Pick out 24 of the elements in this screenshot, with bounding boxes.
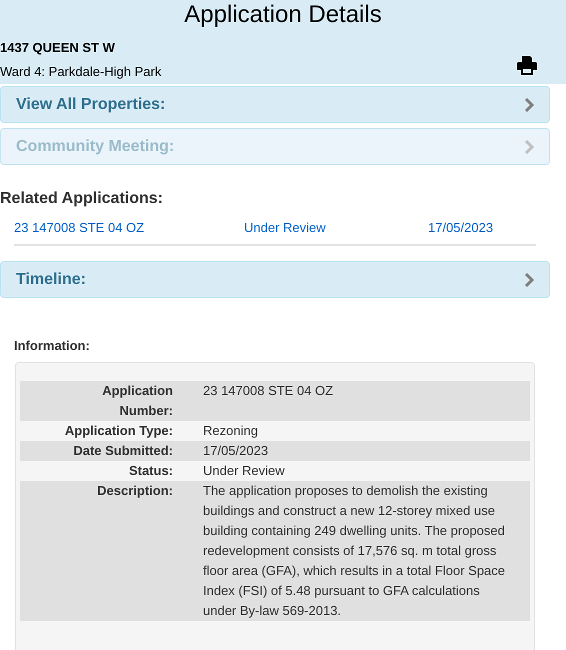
field-value: Rezoning <box>203 422 258 438</box>
field-label: Application Number: <box>101 382 173 420</box>
chevron-icon <box>524 98 534 112</box>
application-link[interactable]: 23 147008 STE 04 OZ <box>14 218 244 238</box>
accordion-header[interactable]: Timeline: <box>0 261 550 298</box>
field-label: Application Type: <box>64 422 173 440</box>
section-heading: Information: <box>14 337 91 355</box>
date-link[interactable]: 17/05/2023 <box>428 218 494 238</box>
field-value: 23 147008 STE 04 OZ <box>203 382 334 398</box>
ward: Ward 4: Parkdale-High Park <box>0 62 162 81</box>
section-heading: Related Applications: <box>0 189 164 209</box>
page-title: Application Details <box>183 0 383 30</box>
field-label: Status: <box>128 462 173 480</box>
field-value: 17/05/2023 <box>203 442 268 458</box>
accordion-header[interactable]: View All Properties: <box>0 86 550 123</box>
printer-icon[interactable] <box>517 56 537 75</box>
field-label: Date Submitted: <box>72 442 173 460</box>
field-label: Description: <box>96 482 173 500</box>
status-link[interactable]: Under Review <box>244 218 428 238</box>
chevron-icon <box>524 140 534 154</box>
address: 1437 QUEEN ST W <box>0 39 116 57</box>
field-value: Under Review <box>203 462 285 478</box>
chevron-icon <box>524 272 534 286</box>
field-value: The application proposes to demolish the existing buildings and construct a new 12-storey mixed use building containing 249 dwelling units. The proposed redevelopment consists of 17,576 sq. m total gross floor area (GFA), which results in a total Floor Space Index (FSI) of 5.48 pursuant to GFA calculations under By-law 569-2013. <box>203 482 506 618</box>
